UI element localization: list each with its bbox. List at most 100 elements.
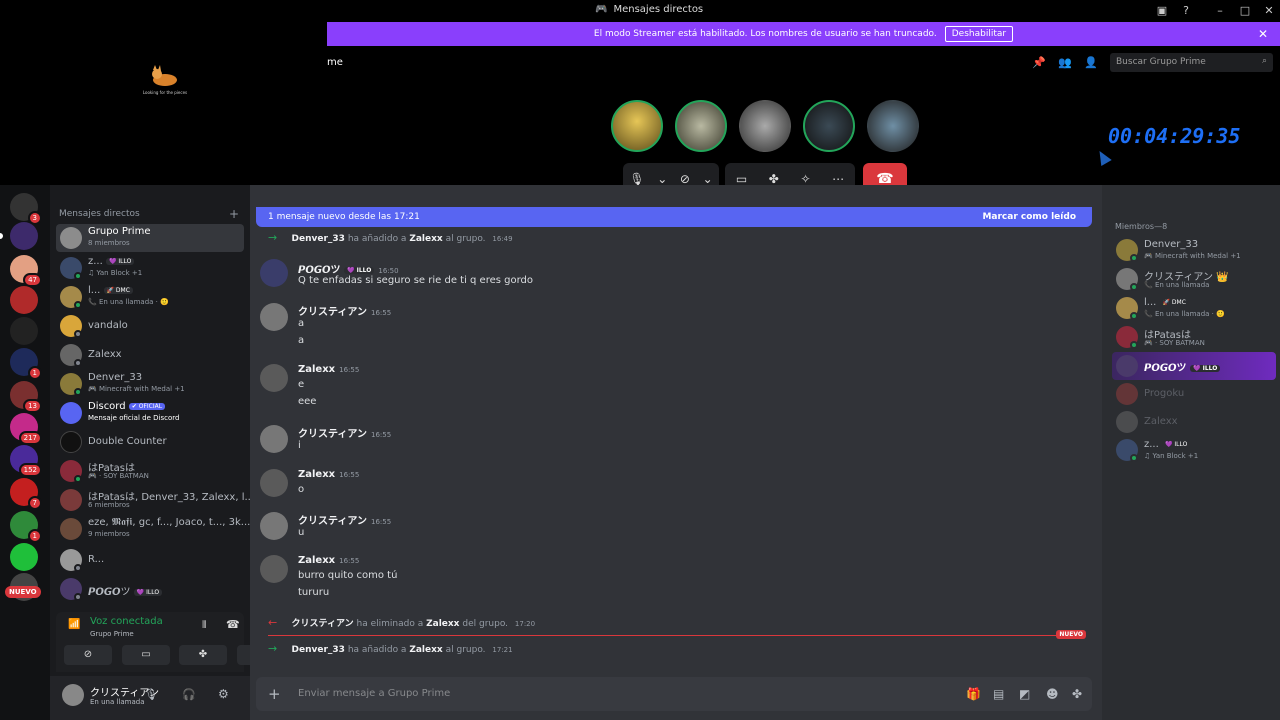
server-icon[interactable]: 47 (10, 255, 42, 287)
discord-icon (60, 402, 82, 424)
camera-off-icon[interactable]: ⊘ (680, 172, 690, 186)
gif-icon[interactable]: ▤ (993, 687, 1004, 701)
server-icon[interactable] (10, 286, 38, 314)
new-messages-divider: NUEVO (268, 630, 1086, 639)
server-icon[interactable] (10, 222, 38, 250)
server-icon[interactable]: 13 (10, 381, 42, 413)
dm-item[interactable]: Double Counter (56, 428, 244, 456)
composer-input[interactable]: Enviar mensaje a Grupo Prime (298, 688, 450, 699)
channel-header: me 📌 👥 👤 Buscar Grupo Prime ⌕ (327, 46, 1280, 80)
avatar[interactable] (260, 469, 288, 497)
member-item[interactable]: クリスティアン 👑 📞 En una llamada (1112, 265, 1276, 293)
chevron-down-icon[interactable]: ⌄ (657, 172, 667, 186)
gift-icon[interactable]: 🎁 (966, 687, 981, 701)
avatar (1116, 355, 1138, 377)
minimize-button[interactable]: – (1212, 3, 1228, 19)
activities-icon[interactable]: ✤ (769, 172, 779, 186)
dm-sidebar: Mensajes directos + Grupo Prime 8 miembr… (50, 185, 277, 720)
streamer-mode-banner: El modo Streamer está habilitado. Los no… (327, 22, 1280, 46)
voice-channel[interactable]: Grupo Prime (90, 630, 134, 638)
dm-item[interactable]: Denver_33 🎮 Minecraft with Medal +1 (56, 370, 244, 398)
member-item[interactable]: Progoku (1112, 380, 1276, 408)
members-icon[interactable]: 👤 (1084, 56, 1098, 69)
avatar (60, 431, 82, 453)
new-dm-icon[interactable]: + (229, 207, 239, 221)
dm-item[interactable]: はPatasは 🎮 · SOY BATMAN (56, 457, 244, 485)
inbox-icon[interactable]: ▣ (1154, 3, 1170, 19)
avatar[interactable] (260, 425, 288, 453)
server-icon[interactable]: 1 (10, 348, 42, 380)
dm-item[interactable]: Zalexx (56, 341, 244, 369)
mark-read-button[interactable]: Marcar como leído (982, 212, 1076, 222)
disable-streamer-button[interactable]: Deshabilitar (944, 26, 1014, 42)
server-icon[interactable] (10, 317, 38, 345)
server-icon[interactable]: 217 (10, 413, 42, 445)
headphones-icon[interactable]: 🎧 (182, 688, 196, 701)
more-options-icon[interactable]: ⋯ (832, 172, 844, 186)
server-icon[interactable]: 7 (10, 478, 42, 510)
screen-share-icon[interactable]: ▭ (736, 172, 747, 186)
screen-share-button[interactable]: ▭ (122, 645, 170, 665)
search-input[interactable]: Buscar Grupo Prime ⌕ (1110, 53, 1273, 72)
avatar[interactable] (260, 512, 288, 540)
apps-icon[interactable]: ✤ (1072, 687, 1082, 701)
close-window-button[interactable]: ✕ (1261, 3, 1277, 19)
call-participant-avatar[interactable] (611, 100, 663, 152)
close-banner-icon[interactable]: ✕ (1258, 27, 1268, 41)
microphone-icon[interactable]: 🎙 (144, 688, 158, 701)
dm-item[interactable]: はPatasは, Denver_33, Zalexx, l... 6 miemb… (56, 486, 254, 514)
dm-item[interactable]: Grupo Prime 8 miembros (56, 224, 244, 252)
activities-button[interactable]: ✤ (179, 645, 227, 665)
avatar[interactable] (260, 259, 288, 287)
chevron-down-icon[interactable]: ⌄ (703, 172, 713, 186)
avatar[interactable] (260, 555, 288, 583)
call-participant-avatar[interactable] (675, 100, 727, 152)
call-participant-avatar[interactable] (803, 100, 855, 152)
noise-suppression-icon[interactable]: ⦀ (202, 620, 206, 631)
chat-area: 1 mensaje nuevo desde las 17:21 Marcar c… (250, 185, 1102, 720)
soundboard-icon[interactable]: ✧ (800, 172, 810, 186)
stream-overlay: Looking for the pieces (0, 0, 327, 185)
camera-button[interactable]: ⊘ (64, 645, 112, 665)
sticker-icon[interactable]: ◩ (1019, 687, 1030, 701)
pin-icon[interactable]: 📌 (1032, 56, 1046, 69)
disconnect-icon[interactable]: ☎ (226, 618, 240, 631)
message-composer[interactable]: + Enviar mensaje a Grupo Prime 🎁 ▤ ◩ ☻ ✤ (256, 677, 1092, 711)
dm-item[interactable]: l... 🚀 DMC 📞 En una llamada · 🙂 (56, 283, 244, 311)
member-item[interactable]: Denver_33 🎮 Minecraft with Medal +1 (1112, 236, 1276, 264)
maximize-button[interactable]: □ (1237, 3, 1253, 19)
member-item[interactable]: 𝙋𝙊𝙂𝙊ツ 💜 ILLO (1112, 352, 1276, 380)
window-title: 🎮 Mensajes directos (595, 4, 704, 15)
emoji-icon[interactable]: ☻ (1046, 687, 1059, 701)
avatar[interactable] (62, 684, 84, 706)
server-icon[interactable]: 3 (10, 193, 42, 225)
attach-icon[interactable]: + (268, 685, 281, 703)
server-icon[interactable]: 1 (10, 511, 42, 543)
member-item[interactable]: z... 💜 ILLO ♫ Yan Block +1 (1112, 436, 1276, 464)
avatar (1116, 411, 1138, 433)
dm-item[interactable]: eze, 𝕸𝖆𝖋𝖎, gc, f..., Joaco, t..., 3k... … (56, 515, 250, 543)
add-friend-icon[interactable]: 👥 (1058, 56, 1072, 69)
dm-item[interactable]: vandalo (56, 312, 244, 340)
call-participant-avatar[interactable] (739, 100, 791, 152)
microphone-icon[interactable]: 🎙 (629, 172, 644, 186)
avatar[interactable] (260, 364, 288, 392)
arrow-right-icon: → (268, 642, 278, 655)
dm-item[interactable]: z... 💜 ILLO ♫ Yan Block +1 (56, 254, 244, 282)
member-item[interactable]: Zalexx (1112, 408, 1276, 436)
new-messages-bar[interactable]: 1 mensaje nuevo desde las 17:21 Marcar c… (256, 207, 1092, 227)
server-icon[interactable] (10, 543, 38, 571)
dm-item[interactable]: Discord ✔ OFICIAL Mensaje oficial de Dis… (56, 399, 244, 427)
help-icon[interactable]: ? (1178, 3, 1194, 19)
server-icon[interactable]: 152 (10, 445, 42, 477)
unread-pill (0, 233, 3, 239)
call-participant-avatar[interactable] (867, 100, 919, 152)
dm-item[interactable]: 𝙋𝙊𝙂𝙊ツ 💜 ILLO (56, 575, 244, 603)
member-item[interactable]: はPatasは 🎮 · SOY BATMAN (1112, 323, 1276, 351)
dm-item[interactable]: R... (56, 546, 244, 574)
gear-icon[interactable]: ⚙ (218, 687, 229, 701)
member-item[interactable]: l... 🚀 DMC 📞 En una llamada · 🙂 (1112, 294, 1276, 322)
avatar[interactable] (260, 303, 288, 331)
new-badge[interactable]: NUEVO (5, 586, 41, 598)
server-rail: 3 47 1 13 217 152 7 1 (0, 185, 50, 720)
